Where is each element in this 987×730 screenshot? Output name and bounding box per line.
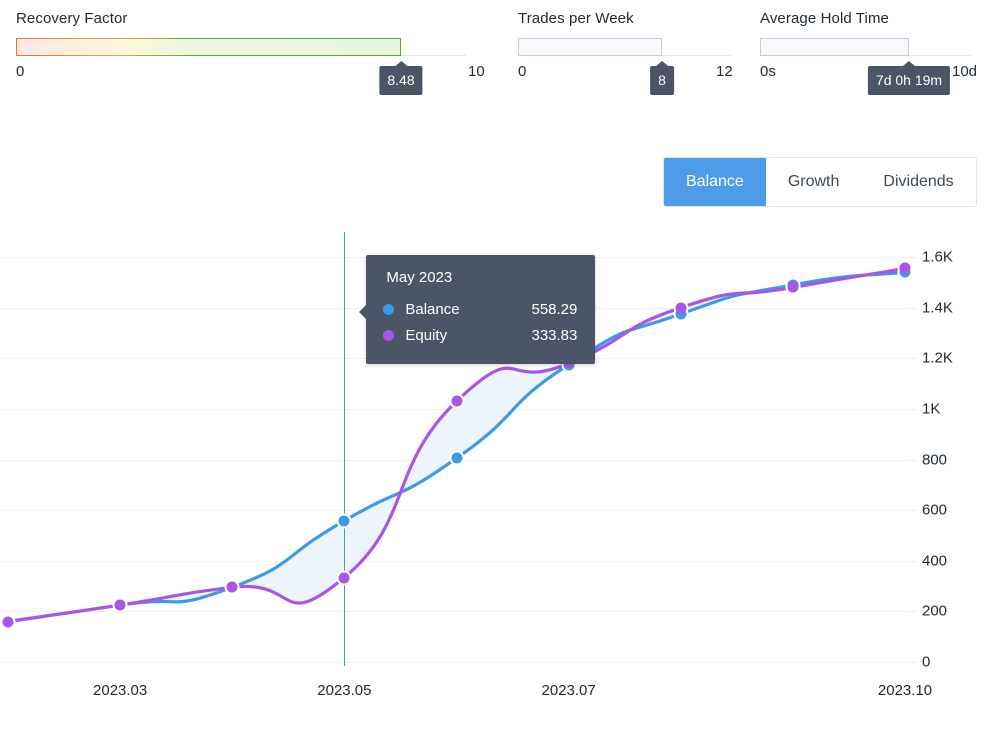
tab-dividends[interactable]: Dividends	[861, 158, 976, 206]
balance-equity-chart: 0 200 400 600 800 1K 1.2K 1.4K 1.6K 2023.03 2023.…	[0, 230, 987, 730]
gauge-recovery-factor: Recovery Factor 0 10 8.48	[16, 10, 485, 95]
tooltip-row-equity: Equity 333.83	[383, 322, 577, 348]
x-tick-label: 2023.05	[317, 682, 372, 699]
data-point-equity[interactable]	[2, 616, 14, 627]
tooltip-row-balance: Balance 558.29	[383, 296, 577, 322]
gauge-track	[16, 38, 466, 56]
gauge-scale: 0s 10d 7d 0h 19m	[760, 61, 977, 95]
gauge-value-badge: 8.48	[379, 61, 423, 95]
balance-legend-dot	[383, 303, 395, 315]
data-point-equity[interactable]	[451, 395, 462, 407]
tooltip-series-name: Balance	[405, 300, 460, 318]
gauge-min-label: 0	[16, 63, 25, 80]
gauge-scale: 0 12 8	[518, 61, 733, 95]
chart-tab-group: Balance Growth Dividends	[663, 157, 977, 207]
data-point-equity[interactable]	[114, 599, 126, 611]
y-tick-label: 1.4K	[922, 299, 953, 317]
data-point-balance[interactable]	[338, 515, 350, 527]
x-tick-label: 2023.03	[93, 682, 148, 699]
gauge-title: Trades per Week	[518, 10, 634, 27]
equity-legend-dot	[383, 329, 395, 341]
gauge-fill	[518, 38, 662, 56]
tab-growth[interactable]: Growth	[765, 158, 862, 206]
data-point-equity[interactable]	[338, 572, 350, 583]
gauge-value-badge: 8	[650, 61, 674, 95]
crosshair-line	[344, 232, 346, 666]
chart-tooltip: May 2023 Balance 558.29 Equity 333.83	[359, 255, 596, 364]
gauge-max-label: 12	[716, 63, 733, 80]
x-tick-label: 2023.07	[541, 682, 596, 699]
y-tick-label: 1.6K	[922, 248, 953, 266]
y-tick-label: 0	[922, 653, 931, 671]
y-tick-label: 1K	[922, 400, 941, 418]
gauge-fill	[760, 38, 909, 56]
gauge-min-label: 0	[518, 63, 527, 80]
gauge-title: Recovery Factor	[16, 10, 128, 27]
y-tick-label: 1.2K	[922, 349, 953, 367]
y-tick-label: 600	[922, 501, 948, 519]
tab-balance[interactable]: Balance	[664, 158, 766, 206]
gauge-track	[760, 38, 971, 56]
gauge-min-label: 0s	[760, 63, 776, 80]
tooltip-series-value: 333.83	[531, 326, 578, 344]
data-point-equity[interactable]	[787, 281, 799, 293]
data-point-equity[interactable]	[675, 302, 687, 314]
gauge-title: Average Hold Time	[760, 10, 889, 27]
tooltip-series-name: Equity	[405, 326, 448, 344]
x-tick-label: 2023.10	[877, 682, 933, 699]
data-point-equity[interactable]	[226, 581, 238, 593]
data-point-balance[interactable]	[451, 452, 462, 464]
tooltip-title: May 2023	[386, 269, 453, 286]
gauge-value-badge: 7d 0h 19m	[867, 61, 951, 95]
gauge-max-label: 10d	[952, 63, 978, 80]
metrics-gauges: Recovery Factor 0 10 8.48 Trades per Wee…	[0, 0, 987, 115]
y-tick-label: 200	[922, 602, 948, 620]
tooltip-series-value: 558.29	[531, 300, 578, 318]
gauge-max-label: 10	[468, 63, 485, 80]
y-tick-label: 400	[922, 552, 948, 570]
data-point-equity[interactable]	[899, 262, 911, 274]
y-tick-label: 800	[922, 451, 948, 469]
gauge-trades-per-week: Trades per Week 0 12 8	[518, 10, 733, 95]
gauge-track	[518, 38, 731, 56]
gauge-average-hold-time: Average Hold Time 0s 10d 7d 0h 19m	[760, 10, 977, 95]
gauge-scale: 0 10 8.48	[16, 61, 485, 95]
gauge-fill	[16, 38, 401, 56]
